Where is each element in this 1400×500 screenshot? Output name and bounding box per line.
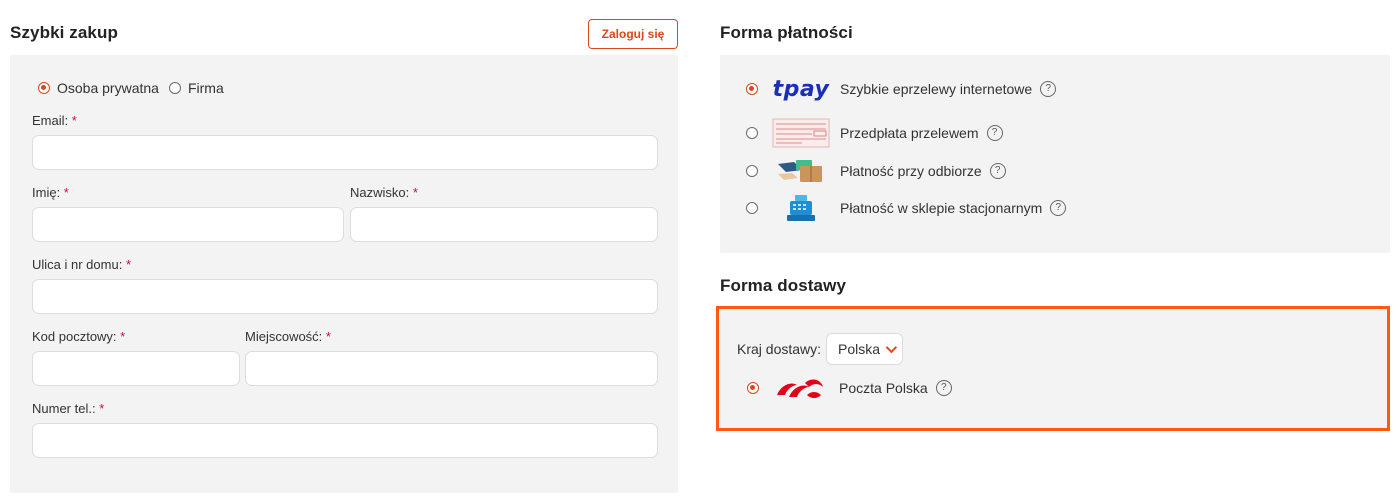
- required-mark: *: [412, 185, 418, 200]
- customer-type-selector: Osoba prywatna Firma: [38, 80, 234, 96]
- last-name-input[interactable]: [350, 207, 658, 242]
- shipping-option-poczta-polska[interactable]: Poczta Polska ?: [747, 373, 952, 403]
- shipping-methods-panel: Kraj dostawy: Polska Poczta Polska ?: [716, 306, 1390, 431]
- shipping-label-poczta-polska: Poczta Polska: [839, 380, 928, 396]
- private-person-label[interactable]: Osoba prywatna: [57, 80, 159, 96]
- city-label: Miejscowość: *: [245, 329, 331, 344]
- payment-method-title: Forma płatności: [720, 23, 853, 42]
- delivery-country-row: Kraj dostawy: Polska: [737, 333, 904, 365]
- payment-label-bank-transfer: Przedpłata przelewem: [840, 125, 979, 141]
- first-name-input[interactable]: [32, 207, 344, 242]
- company-label[interactable]: Firma: [188, 80, 224, 96]
- delivery-country-select[interactable]: Polska: [826, 333, 904, 365]
- required-mark: *: [63, 185, 69, 200]
- company-radio[interactable]: [168, 82, 181, 94]
- payment-radio-tpay[interactable]: [746, 83, 758, 95]
- help-icon[interactable]: ?: [986, 125, 1003, 141]
- payment-radio-bank-transfer[interactable]: [746, 127, 758, 139]
- required-mark: *: [125, 257, 131, 272]
- payment-methods-panel: tpay Szybkie eprzelewy internetowe ? Prz…: [720, 55, 1390, 253]
- required-mark: *: [71, 113, 77, 128]
- payment-option-tpay[interactable]: tpay Szybkie eprzelewy internetowe ?: [746, 74, 1057, 104]
- payment-radio-in-store[interactable]: [746, 202, 758, 214]
- help-icon[interactable]: ?: [989, 163, 1006, 179]
- city-input[interactable]: [245, 351, 658, 386]
- help-icon[interactable]: ?: [1050, 200, 1067, 216]
- postal-code-label: Kod pocztowy: *: [32, 329, 126, 344]
- quick-checkout-title: Szybki zakup: [10, 23, 118, 42]
- shipping-method-title: Forma dostawy: [720, 276, 846, 295]
- required-mark: *: [325, 329, 331, 344]
- payment-option-cash-on-delivery[interactable]: Płatność przy odbiorze ?: [746, 156, 1006, 186]
- payment-radio-cash-on-delivery[interactable]: [746, 165, 758, 177]
- chevron-down-icon: [885, 341, 898, 354]
- first-name-label: Imię: *: [32, 185, 69, 200]
- shipping-radio-poczta-polska[interactable]: [747, 382, 759, 394]
- bank-transfer-form-icon: [772, 118, 830, 148]
- phone-input[interactable]: [32, 423, 658, 458]
- payment-option-in-store[interactable]: Płatność w sklepie stacjonarnym ?: [746, 193, 1067, 223]
- required-mark: *: [120, 329, 126, 344]
- login-button[interactable]: Zaloguj się: [588, 19, 678, 49]
- payment-label-tpay: Szybkie eprzelewy internetowe: [840, 81, 1033, 97]
- tpay-logo: tpay: [772, 76, 830, 102]
- poczta-polska-logo: [771, 373, 829, 403]
- email-input[interactable]: [32, 135, 658, 170]
- delivery-country-label: Kraj dostawy:: [737, 341, 822, 357]
- cash-register-icon: [772, 193, 830, 223]
- phone-label: Numer tel.: *: [32, 401, 105, 416]
- help-icon[interactable]: ?: [935, 380, 952, 396]
- required-mark: *: [99, 401, 105, 416]
- street-label: Ulica i nr domu: *: [32, 257, 131, 272]
- email-label: Email: *: [32, 113, 77, 128]
- private-person-radio[interactable]: [38, 82, 50, 94]
- checkout-form: Osoba prywatna Firma Email: * Imię: * Na…: [10, 55, 678, 493]
- payment-option-bank-transfer[interactable]: Przedpłata przelewem ?: [746, 118, 1003, 148]
- postal-code-input[interactable]: [32, 351, 240, 386]
- delivery-country-value: Polska: [838, 341, 881, 357]
- street-input[interactable]: [32, 279, 658, 314]
- cash-on-delivery-icon: [772, 156, 830, 186]
- help-icon[interactable]: ?: [1040, 81, 1057, 97]
- last-name-label: Nazwisko: *: [350, 185, 418, 200]
- payment-label-cash-on-delivery: Płatność przy odbiorze: [840, 163, 982, 179]
- payment-label-in-store: Płatność w sklepie stacjonarnym: [840, 200, 1043, 216]
